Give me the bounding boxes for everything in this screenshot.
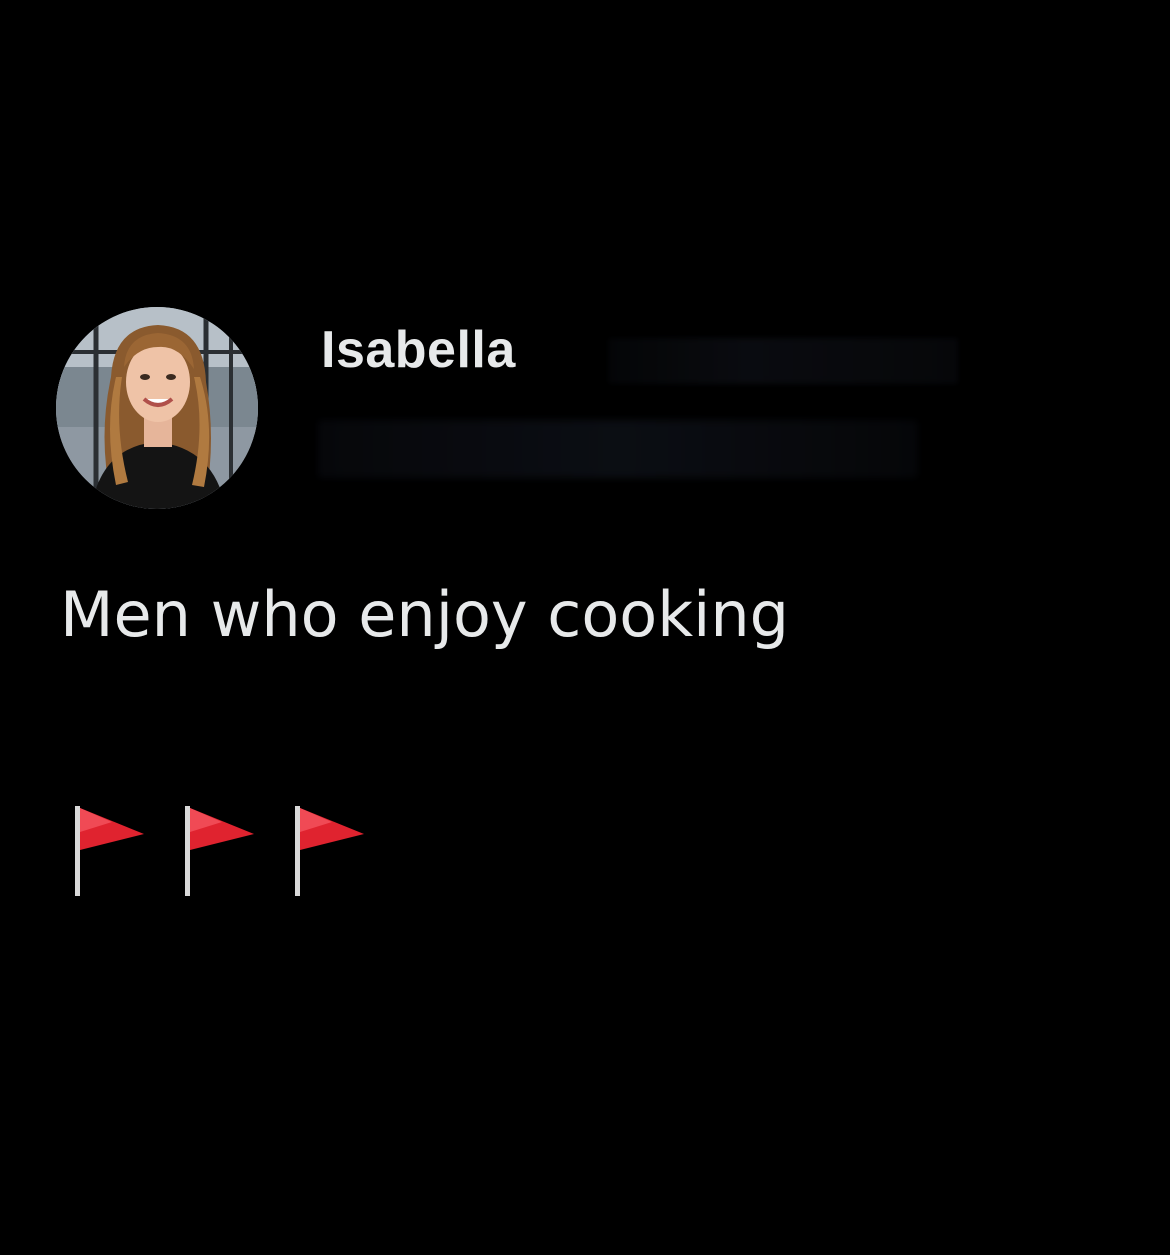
tweet-text: Men who enjoy cooking [60,578,790,651]
red-flag-icon [185,806,254,896]
avatar[interactable] [56,307,258,509]
avatar-photo [56,307,258,509]
redacted-subtitle-area [318,420,918,478]
tweet-card: Isabella Men who enjoy cooking [0,0,1170,1255]
redacted-handle-area [608,338,958,384]
red-flag-icon [295,806,364,896]
red-flag-icon [75,806,144,896]
emoji-row [72,802,368,898]
author-display-name[interactable]: Isabella [321,324,516,376]
